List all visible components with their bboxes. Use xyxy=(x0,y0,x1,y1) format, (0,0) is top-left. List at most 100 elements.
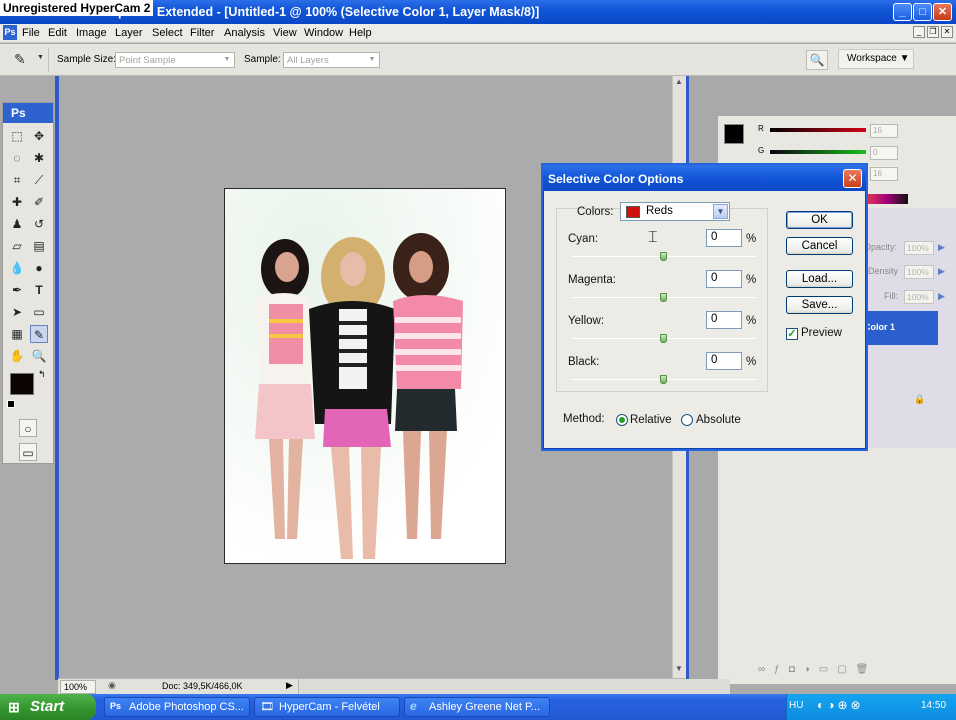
b-value-field[interactable]: 16 xyxy=(870,167,898,181)
ok-button[interactable]: OK xyxy=(786,211,853,229)
task-browser[interactable]: e Ashley Greene Net P... xyxy=(404,697,550,717)
g-slider-ramp[interactable] xyxy=(770,150,866,154)
menu-layer[interactable]: Layer xyxy=(115,27,143,39)
start-button[interactable]: ⊞ Start xyxy=(0,694,96,720)
color-panel-foreground[interactable] xyxy=(724,124,744,144)
opacity-field[interactable]: 100% xyxy=(904,241,934,255)
window-title-bar[interactable]: Adobe Photoshop CS3 Extended - [Untitled… xyxy=(0,0,956,24)
minimize-button[interactable]: _ xyxy=(893,3,912,21)
path-select-icon[interactable]: ➤ xyxy=(8,303,26,321)
lasso-tool-icon[interactable]: ◌ xyxy=(8,149,26,167)
black-slider-thumb[interactable] xyxy=(660,375,667,384)
gradient-tool-icon[interactable]: ▤ xyxy=(30,237,48,255)
swap-colors-icon[interactable]: ↰ xyxy=(38,369,46,380)
magenta-input[interactable]: 0 xyxy=(706,270,742,288)
sample-size-select[interactable]: Point Sample ▼ xyxy=(115,52,235,68)
eyedropper-tool-icon[interactable]: ✎ xyxy=(30,325,48,343)
color-ramp[interactable] xyxy=(866,194,908,204)
toolbox-logo: Ps xyxy=(3,103,53,123)
magic-wand-icon[interactable]: ✱ xyxy=(30,149,48,167)
menu-help[interactable]: Help xyxy=(349,27,372,39)
marquee-tool-icon[interactable]: ⬚ xyxy=(8,127,26,145)
tray-icons[interactable]: ◐◑⊕⊗ xyxy=(817,698,864,712)
type-tool-icon[interactable]: T xyxy=(30,281,48,299)
menu-filter[interactable]: Filter xyxy=(190,27,214,39)
save-button[interactable]: Save... xyxy=(786,296,853,314)
stamp-tool-icon[interactable]: ♟ xyxy=(8,215,26,233)
black-input[interactable]: 0 xyxy=(706,352,742,370)
screen-mode-icon[interactable]: ▭ xyxy=(19,443,37,461)
scroll-down-icon[interactable]: ▼ xyxy=(675,664,683,673)
density-arrow-icon[interactable]: ▶ xyxy=(938,266,945,277)
app-icon[interactable]: Ps xyxy=(3,25,17,40)
eraser-tool-icon[interactable]: ▱ xyxy=(8,237,26,255)
colors-dropdown[interactable]: Reds ▼ xyxy=(620,202,730,221)
file-browser-icon[interactable]: 🔍 xyxy=(806,50,828,70)
doc-close-button[interactable]: ✕ xyxy=(941,26,953,38)
history-brush-icon[interactable]: ↺ xyxy=(30,215,48,233)
load-button[interactable]: Load... xyxy=(786,270,853,288)
horizontal-scrollbar[interactable] xyxy=(298,679,730,695)
shape-tool-icon[interactable]: ▭ xyxy=(30,303,48,321)
menu-window[interactable]: Window xyxy=(304,27,343,39)
menu-analysis[interactable]: Analysis xyxy=(224,27,265,39)
zoom-field[interactable]: 100% xyxy=(60,680,96,694)
chevron-down-icon[interactable]: ▼ xyxy=(713,204,728,219)
r-value-field[interactable]: 16 xyxy=(870,124,898,138)
fill-field[interactable]: 100% xyxy=(904,290,934,304)
slice-tool-icon[interactable]: ⟋ xyxy=(30,171,48,189)
document-image[interactable] xyxy=(224,188,506,564)
sample-select[interactable]: All Layers ▼ xyxy=(283,52,380,68)
menu-file[interactable]: File xyxy=(22,27,40,39)
dialog-close-icon[interactable]: ✕ xyxy=(843,169,862,188)
workspace-button[interactable]: Workspace ▼ xyxy=(838,49,914,69)
menu-image[interactable]: Image xyxy=(76,27,107,39)
cyan-input[interactable]: 0 xyxy=(706,229,742,247)
layers-footer-icons[interactable]: ∞ƒ◘◑▭▢🗑 xyxy=(758,664,954,678)
task-hypercam[interactable]: 🎞 HyperCam - Felvétel xyxy=(254,697,400,717)
absolute-radio[interactable] xyxy=(681,414,693,426)
g-value-field[interactable]: 0 xyxy=(870,146,898,160)
r-slider-ramp[interactable] xyxy=(770,128,866,132)
doc-restore-button[interactable]: ❐ xyxy=(927,26,939,38)
healing-brush-icon[interactable]: ✚ xyxy=(8,193,26,211)
cancel-button[interactable]: Cancel xyxy=(786,237,853,255)
menu-select[interactable]: Select xyxy=(152,27,183,39)
fill-label: Fill: xyxy=(884,291,898,301)
fill-arrow-icon[interactable]: ▶ xyxy=(938,291,945,302)
tool-preset-chevron-icon[interactable]: ▼ xyxy=(37,54,44,61)
density-field[interactable]: 100% xyxy=(904,265,934,279)
preview-checkbox[interactable]: ✓ xyxy=(786,328,798,340)
menu-view[interactable]: View xyxy=(273,27,297,39)
menu-edit[interactable]: Edit xyxy=(48,27,67,39)
foreground-color-swatch[interactable] xyxy=(10,373,34,395)
hand-tool-icon[interactable]: ✋ xyxy=(8,347,26,365)
move-tool-icon[interactable]: ✥ xyxy=(30,127,48,145)
notes-tool-icon[interactable]: ▦ xyxy=(8,325,26,343)
relative-radio[interactable] xyxy=(616,414,628,426)
blur-tool-icon[interactable]: 💧 xyxy=(8,259,26,277)
close-button[interactable]: ✕ xyxy=(933,3,952,21)
layer-row-selected[interactable]: Color 1 xyxy=(864,311,938,345)
yellow-slider-thumb[interactable] xyxy=(660,334,667,343)
magenta-slider-thumb[interactable] xyxy=(660,293,667,302)
brush-tool-icon[interactable]: ✐ xyxy=(30,193,48,211)
eyedropper-icon[interactable]: ✎ xyxy=(14,51,26,68)
pen-tool-icon[interactable]: ✒ xyxy=(8,281,26,299)
maximize-button[interactable]: □ xyxy=(913,3,932,21)
scroll-up-icon[interactable]: ▲ xyxy=(675,77,683,86)
language-indicator[interactable]: HU xyxy=(789,700,803,711)
zoom-tool-icon[interactable]: 🔍 xyxy=(30,347,48,365)
crop-tool-icon[interactable]: ⌗ xyxy=(8,171,26,189)
cyan-slider-thumb[interactable] xyxy=(660,252,667,261)
dialog-title[interactable]: Selective Color Options xyxy=(543,165,866,191)
status-menu-icon[interactable]: ◉ xyxy=(108,680,116,691)
yellow-input[interactable]: 0 xyxy=(706,311,742,329)
quick-mask-icon[interactable]: ○ xyxy=(19,419,37,437)
status-arrow-icon[interactable]: ▶ xyxy=(286,680,293,691)
default-colors-icon[interactable] xyxy=(7,400,15,408)
dodge-tool-icon[interactable]: ● xyxy=(30,259,48,277)
opacity-arrow-icon[interactable]: ▶ xyxy=(938,242,945,253)
task-photoshop[interactable]: Ps Adobe Photoshop CS... xyxy=(104,697,250,717)
doc-minimize-button[interactable]: _ xyxy=(913,26,925,38)
